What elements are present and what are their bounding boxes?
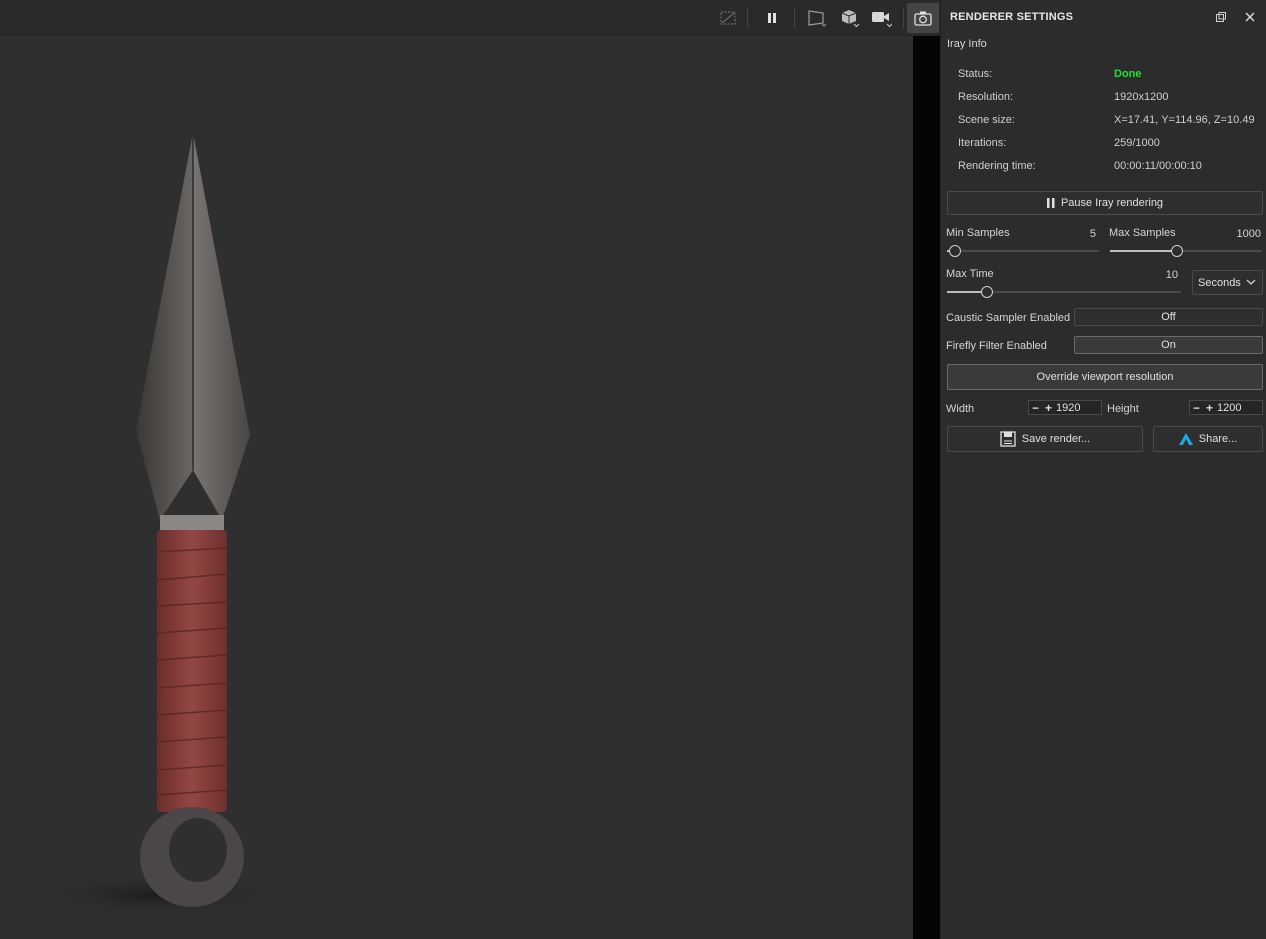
share-icon [1178, 433, 1193, 445]
info-scene-size: Scene size: X=17.41, Y=114.96, Z=10.49 [958, 114, 1255, 126]
increment-icon[interactable]: + [1203, 401, 1216, 415]
firefly-toggle[interactable]: On [1074, 336, 1263, 354]
pause-iray-button[interactable]: Pause Iray rendering [947, 191, 1263, 215]
decrement-icon[interactable]: − [1190, 401, 1203, 415]
max-samples-label: Max Samples [1109, 227, 1176, 239]
viewport-edge [913, 36, 940, 939]
width-label: Width [946, 403, 975, 415]
min-samples-value: 5 [1089, 228, 1096, 240]
status-value: Done [1114, 68, 1142, 80]
pause-icon[interactable] [759, 6, 785, 30]
caustic-label: Caustic Sampler Enabled [946, 312, 1071, 324]
time-unit-select[interactable]: Seconds [1192, 270, 1263, 295]
max-time-slider[interactable] [947, 286, 1181, 298]
max-time-value: 10 [1165, 269, 1178, 281]
panel-title: RENDERER SETTINGS [950, 11, 1074, 23]
decrement-icon[interactable]: − [1029, 401, 1042, 415]
height-field[interactable]: − + 1200 [1189, 400, 1263, 415]
kunai-render [20, 133, 300, 917]
max-samples-value: 1000 [1236, 228, 1261, 240]
close-icon[interactable] [1243, 10, 1257, 24]
camera-video-icon[interactable] [868, 6, 894, 30]
override-resolution-button[interactable]: Override viewport resolution [947, 364, 1263, 390]
share-button[interactable]: Share... [1153, 426, 1263, 452]
cube-icon[interactable] [836, 6, 862, 30]
pause-icon [1046, 198, 1055, 208]
min-samples-slider[interactable] [947, 245, 1099, 257]
frame-icon[interactable] [803, 6, 829, 30]
max-samples-slider[interactable] [1110, 245, 1262, 257]
undock-icon[interactable] [1214, 10, 1228, 24]
info-iterations: Iterations: 259/1000 [958, 137, 1160, 149]
height-label: Height [1107, 403, 1139, 415]
info-status: Status: Done [958, 68, 1142, 80]
caustic-toggle[interactable]: Off [1074, 308, 1263, 326]
info-rendering-time: Rendering time: 00:00:11/00:00:10 [958, 160, 1202, 172]
renderer-settings-panel: RENDERER SETTINGS Iray Info Status: Done … [940, 0, 1266, 939]
aux-viewport-icon[interactable] [715, 6, 741, 30]
max-time-label: Max Time [946, 268, 994, 280]
firefly-label: Firefly Filter Enabled [946, 340, 1047, 352]
camera-snapshot-icon[interactable] [907, 3, 939, 33]
width-field[interactable]: − + 1920 [1028, 400, 1102, 415]
section-iray-info: Iray Info [947, 38, 987, 50]
save-render-button[interactable]: Save render... [947, 426, 1143, 452]
chevron-down-icon [1246, 279, 1256, 285]
viewport-toolbar [0, 0, 940, 36]
render-viewport[interactable] [0, 0, 913, 939]
min-samples-label: Min Samples [946, 227, 1010, 239]
save-icon [1000, 431, 1016, 447]
increment-icon[interactable]: + [1042, 401, 1055, 415]
info-resolution: Resolution: 1920x1200 [958, 91, 1169, 103]
